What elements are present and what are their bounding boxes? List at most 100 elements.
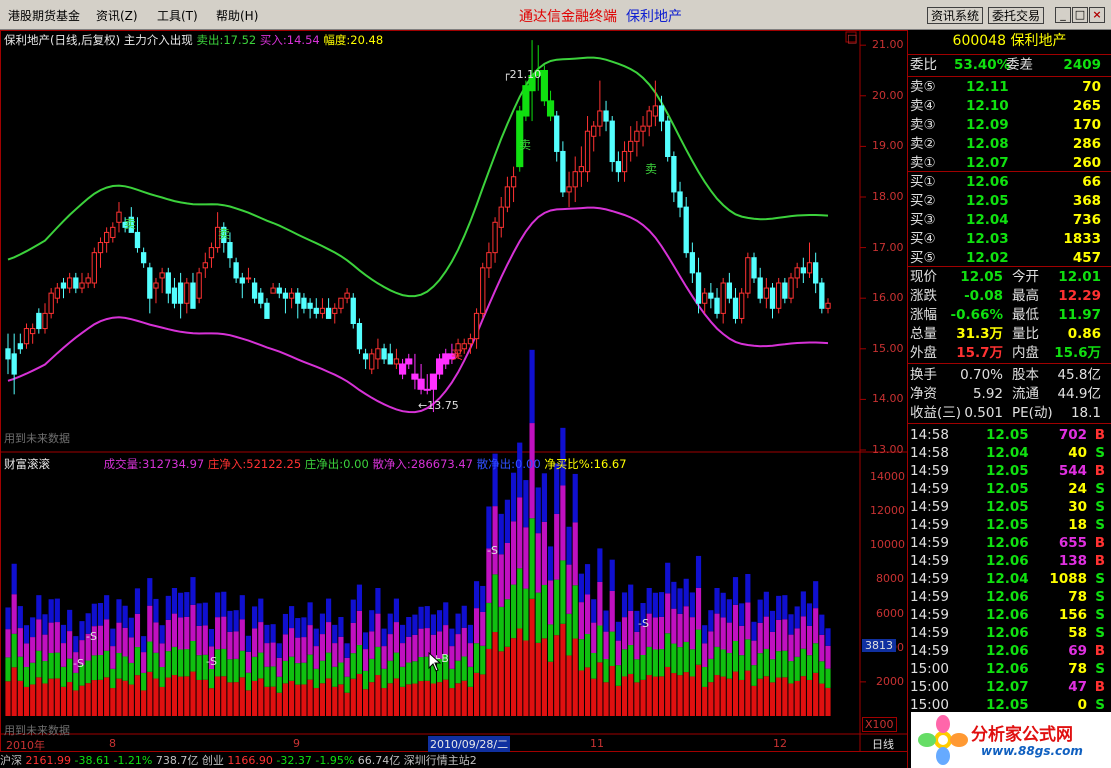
price-axis-label: 14.00 <box>872 392 904 406</box>
candle-body <box>560 150 566 193</box>
volume-segment <box>393 598 400 623</box>
candle-body <box>190 282 196 309</box>
volume-segment <box>270 642 276 667</box>
volume-segment <box>769 682 776 716</box>
ask-level-row: 卖⑤ 12.11 70 <box>908 78 1111 97</box>
tick-price: 12.06 <box>986 607 1029 623</box>
volume-segment <box>671 581 677 609</box>
bid-price[interactable]: 12.06 <box>966 173 1009 192</box>
ask-price[interactable]: 12.10 <box>966 97 1009 116</box>
ask-price[interactable]: 12.08 <box>966 135 1009 154</box>
finance-value: 0.70% <box>960 367 1003 383</box>
volume-segment <box>806 625 813 656</box>
volume-segment <box>640 654 646 680</box>
status-index-cy[interactable]: 创业 <box>202 754 224 767</box>
volume-segment <box>184 649 190 677</box>
candle-body <box>800 267 806 274</box>
candle-body <box>480 267 486 314</box>
status-index-sh[interactable]: 沪深 <box>0 754 22 767</box>
volume-segment <box>326 598 332 623</box>
volume-segment <box>776 595 782 620</box>
volume-segment <box>128 684 134 716</box>
status-server[interactable]: 深圳行情主站2 <box>404 754 477 767</box>
volume-segment <box>745 602 751 640</box>
volume-segment <box>165 651 171 678</box>
volume-segment <box>369 658 375 683</box>
volume-segment <box>628 610 634 646</box>
volume-segment <box>104 677 110 716</box>
volume-segment <box>11 563 17 595</box>
menu-hk-futures-funds[interactable]: 港股期货基金 <box>8 7 80 24</box>
bid-price[interactable]: 12.05 <box>966 192 1009 211</box>
chart-area[interactable]: 保利地产(日线,后复权) 主力介入出现 卖出:17.52 买入:14.54 幅度… <box>0 30 908 752</box>
candle-body <box>708 292 714 299</box>
volume-segment <box>480 674 486 716</box>
tick-price: 12.05 <box>986 499 1029 515</box>
volume-segment <box>819 661 825 684</box>
volume-segment <box>769 631 776 660</box>
volume-segment <box>665 562 671 594</box>
menu-help[interactable]: 帮助(H) <box>216 7 258 24</box>
menu-info[interactable]: 资讯(Z) <box>96 7 138 24</box>
maximize-icon[interactable]: □ <box>1072 7 1088 23</box>
pane-maximize-icon[interactable]: □ <box>847 32 857 45</box>
volume-segment <box>178 617 184 650</box>
candle-body <box>423 388 431 391</box>
info-system-button[interactable]: 资讯系统 <box>927 7 984 24</box>
period-label[interactable]: 日线 <box>872 736 894 752</box>
volume-segment <box>473 672 480 716</box>
indicator-name: 主力介入出现 <box>123 33 193 47</box>
candle-body <box>387 353 393 365</box>
status-cy-pct: -1.95% <box>315 754 355 767</box>
sell-value: 17.52 <box>223 33 257 47</box>
bid-volume: 1833 <box>1063 231 1101 247</box>
trade-button[interactable]: 委托交易 <box>988 7 1045 24</box>
tick-price: 12.06 <box>986 661 1029 677</box>
volume-segment <box>591 678 597 716</box>
bid-price[interactable]: 12.04 <box>966 211 1009 230</box>
candle-body <box>609 120 615 163</box>
ask-volume: 170 <box>1072 117 1101 133</box>
candle-body <box>381 348 387 360</box>
volume-segment <box>671 673 677 716</box>
volume-segment <box>695 555 702 588</box>
volume-segment <box>233 610 239 632</box>
price-axis-label: 21.00 <box>872 38 904 52</box>
candle-body <box>751 257 757 279</box>
volume-segment <box>42 614 48 635</box>
upper-band-line <box>7 56 829 298</box>
volume-segment <box>782 650 788 678</box>
volume-segment <box>153 622 159 653</box>
menu-tools[interactable]: 工具(T) <box>157 7 198 24</box>
volume-segment <box>73 690 79 716</box>
volume-segment <box>535 592 541 643</box>
status-cy-change: -32.37 <box>276 754 312 767</box>
candle-body <box>134 231 141 249</box>
minimize-icon[interactable]: _ <box>1055 7 1071 23</box>
volume-segment <box>776 677 782 716</box>
close-icon[interactable]: × <box>1089 7 1105 23</box>
stat-label: 外盘 <box>910 345 937 361</box>
tick-price: 12.06 <box>986 625 1029 641</box>
volume-segment <box>566 564 572 614</box>
volume-segment <box>800 616 806 649</box>
ask-price[interactable]: 12.09 <box>966 116 1009 135</box>
ask-price[interactable]: 12.11 <box>966 78 1009 97</box>
candle-body <box>245 277 252 280</box>
volume-segment <box>282 660 289 684</box>
volume-segment <box>529 518 535 599</box>
volume-segment <box>794 628 800 657</box>
volume-segment <box>498 513 504 555</box>
volume-segment <box>221 676 227 716</box>
volume-segment <box>270 686 276 716</box>
volume-segment <box>36 619 42 651</box>
volume-segment <box>97 654 104 680</box>
bid-price[interactable]: 12.03 <box>966 230 1009 249</box>
volume-segment <box>36 650 42 678</box>
volume-segment <box>245 651 252 673</box>
chart-canvas[interactable] <box>0 30 908 752</box>
volume-segment <box>134 588 141 614</box>
volume-segment <box>17 656 23 681</box>
volume-segment <box>147 578 153 606</box>
volume-segment <box>480 585 486 612</box>
